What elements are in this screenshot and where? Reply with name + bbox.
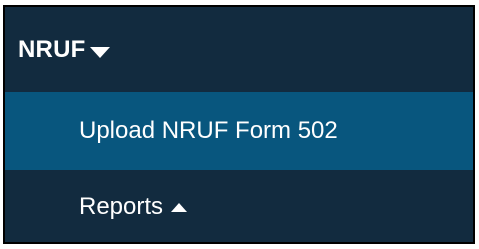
nav-menu-panel: NRUF Upload NRUF Form 502 Reports — [3, 5, 475, 244]
caret-up-icon — [171, 203, 188, 212]
menu-header-nruf[interactable]: NRUF — [5, 7, 473, 92]
menu-item-upload-nruf-form-502[interactable]: Upload NRUF Form 502 — [5, 92, 473, 170]
menu-item-reports[interactable]: Reports — [5, 170, 473, 244]
caret-down-icon — [90, 47, 111, 58]
menu-item-label: Upload NRUF Form 502 — [79, 117, 338, 144]
menu-item-label: Reports — [79, 193, 164, 220]
menu-header-label: NRUF — [18, 35, 86, 63]
